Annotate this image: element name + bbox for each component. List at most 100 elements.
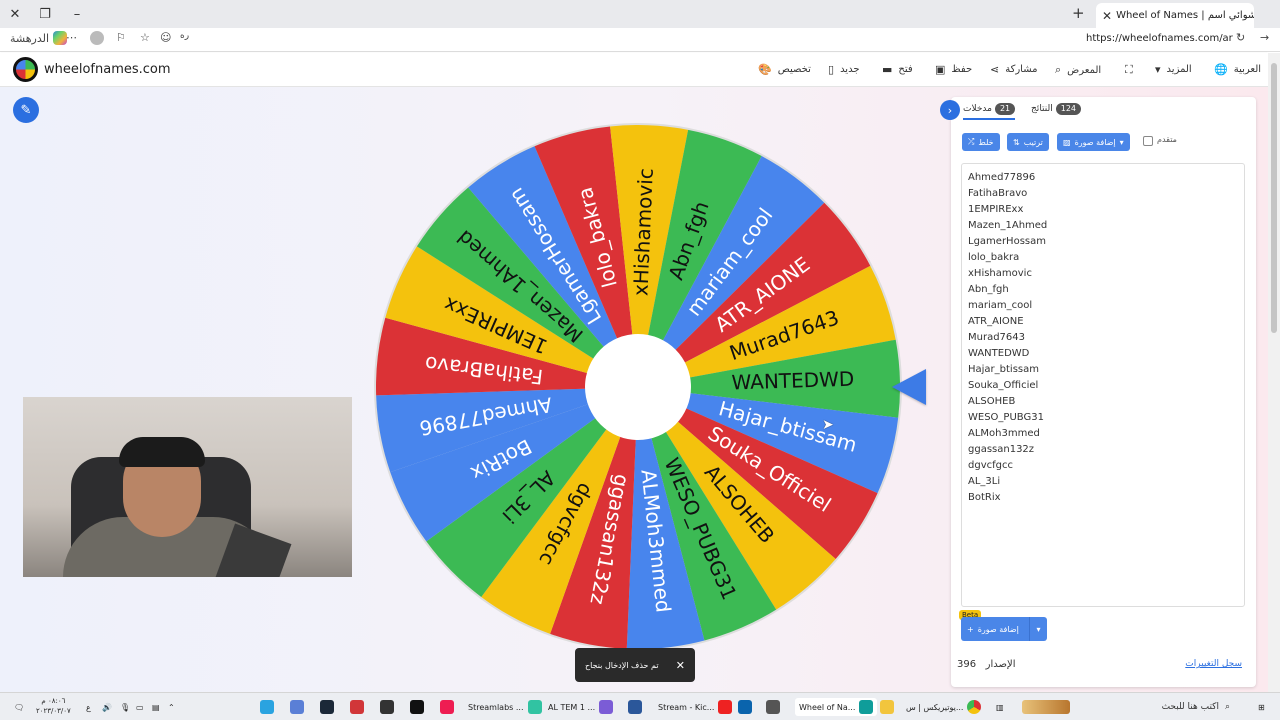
steam-icon[interactable] bbox=[320, 698, 334, 716]
notifications-icon[interactable]: 🗨 bbox=[14, 698, 24, 716]
explorer-icon[interactable] bbox=[880, 698, 894, 716]
entry-item[interactable]: FatihaBravo bbox=[968, 186, 1238, 202]
tab-results-count: 124 bbox=[1055, 103, 1082, 115]
wheel-svg[interactable]: Ahmed77896FatihaBravo1EMPIRExxMazen_1Ahm… bbox=[373, 122, 903, 652]
panel-collapse-icon[interactable]: › bbox=[940, 100, 960, 120]
wheel[interactable]: Ahmed77896 FatihaBravo 1EMPIRExx Mazen_1Ahm… bbox=[373, 122, 903, 652]
nav-language[interactable]: 🌐 العربية bbox=[1214, 63, 1261, 76]
network-icon[interactable]: ▤ bbox=[152, 698, 160, 716]
tab-entries[interactable]: مدخلات 21 bbox=[963, 103, 1016, 120]
scrollbar-thumb[interactable] bbox=[1271, 63, 1277, 333]
entry-item[interactable]: Souka_Officiel bbox=[968, 378, 1238, 394]
sort-button[interactable]: ⇅ ترتيب bbox=[1007, 133, 1049, 151]
capcut2-icon[interactable] bbox=[410, 698, 424, 716]
entry-item[interactable]: Ahmed77896 bbox=[968, 170, 1238, 186]
minimize-window-icon[interactable]: – bbox=[66, 4, 88, 24]
entry-item[interactable]: lolo_bakra bbox=[968, 250, 1238, 266]
copilot-icon[interactable] bbox=[53, 31, 68, 45]
mail-icon[interactable] bbox=[738, 698, 752, 716]
entry-item[interactable]: ALMoh3mmed bbox=[968, 426, 1238, 442]
nav-new[interactable]: ▯ جديد bbox=[828, 63, 860, 76]
tab-results[interactable]: النتائج 124 bbox=[1031, 103, 1082, 115]
entry-item[interactable]: xHishamovic bbox=[968, 266, 1238, 282]
advanced-checkbox[interactable] bbox=[1143, 136, 1153, 146]
entry-item[interactable]: BotRix bbox=[968, 490, 1238, 506]
mic-icon[interactable]: 🎙 bbox=[120, 698, 130, 716]
telegram-icon[interactable] bbox=[260, 698, 274, 716]
edit-icon[interactable]: ✎ bbox=[13, 97, 39, 123]
favorite-star-icon[interactable]: ☆ bbox=[140, 31, 150, 44]
taskbar-item-al-tem[interactable]: AL TEM 1 ... bbox=[548, 698, 614, 716]
entry-item[interactable]: ggassan132z bbox=[968, 442, 1238, 458]
wheel-center[interactable] bbox=[585, 334, 691, 440]
entry-item[interactable]: WESO_PUBG31 bbox=[968, 410, 1238, 426]
chevron-down-icon[interactable]: ▾ bbox=[1029, 617, 1047, 641]
nav-open[interactable]: ▬ فتح bbox=[882, 63, 913, 76]
collections-icon[interactable]: ⚐ bbox=[116, 31, 126, 44]
wheel-label: WANTEDWD bbox=[731, 367, 854, 395]
taskbar-item-wheel-of-names[interactable]: Wheel of Na... bbox=[795, 698, 878, 716]
wheel-pointer-icon bbox=[892, 369, 926, 405]
favorites-folder[interactable]: الدرهشة bbox=[10, 31, 68, 45]
app-icon[interactable] bbox=[290, 698, 304, 716]
tiktok-icon[interactable] bbox=[440, 698, 454, 716]
globe-icon: 🌐 bbox=[1214, 63, 1228, 76]
toast-close-icon[interactable]: ✕ bbox=[676, 659, 685, 672]
volume-icon[interactable]: 🔊 bbox=[102, 698, 112, 716]
nav-share[interactable]: ⋖ مشاركة bbox=[990, 63, 1038, 76]
shuffle-button[interactable]: ⤮ خلط bbox=[962, 133, 1000, 151]
profile-icon[interactable] bbox=[90, 31, 104, 45]
entry-item[interactable]: dgvcfgcc bbox=[968, 458, 1238, 474]
nav-save[interactable]: ▣ حفظ bbox=[935, 63, 972, 76]
search-highlight-icon[interactable] bbox=[1022, 698, 1070, 716]
emoji-icon[interactable]: ☺ bbox=[160, 31, 171, 44]
entry-item[interactable]: mariam_cool bbox=[968, 298, 1238, 314]
entry-item[interactable]: ATR_AIONE bbox=[968, 314, 1238, 330]
entry-item[interactable]: Murad7643 bbox=[968, 330, 1238, 346]
taskbar-item-youtube[interactable]: يوتيريكس | س... bbox=[906, 698, 982, 716]
show-hidden-icon[interactable]: ⌃ bbox=[168, 698, 175, 716]
new-tab-icon[interactable]: + bbox=[1072, 4, 1085, 22]
logo-icon[interactable] bbox=[13, 57, 38, 82]
close-window-icon[interactable]: ✕ bbox=[4, 4, 26, 24]
entries-list: Ahmed77896 FatihaBravo 1EMPIRExx Mazen_1Ahm… bbox=[968, 170, 1238, 506]
taskbar-item-streamlabs[interactable]: Streamlabs ... bbox=[468, 698, 542, 716]
entry-item[interactable]: AL_3Li bbox=[968, 474, 1238, 490]
add-entry-image-button[interactable]: + إضافة صورة ▾ bbox=[961, 617, 1047, 641]
taskbar-search[interactable]: اكتب هنا للبحث ⌕ bbox=[1080, 697, 1230, 717]
language-indicator[interactable]: ع bbox=[86, 698, 91, 716]
restore-window-icon[interactable]: ❐ bbox=[34, 4, 56, 24]
start-icon[interactable]: ⊞ bbox=[1258, 698, 1265, 716]
taskbar-clock[interactable]: ٠٨:٠٦ م ٢٠٢٣/٠٣/٠٧ bbox=[36, 696, 71, 716]
video-icon[interactable] bbox=[766, 698, 780, 716]
nav-more[interactable]: ▾ المزيد bbox=[1155, 63, 1192, 76]
nav-fullscreen[interactable]: ⛶ bbox=[1125, 63, 1133, 77]
read-aloud-icon[interactable]: ره bbox=[180, 31, 189, 41]
entry-item[interactable]: Mazen_1Ahmed bbox=[968, 218, 1238, 234]
refresh-icon[interactable]: ↻ bbox=[1236, 31, 1245, 44]
riot-icon[interactable] bbox=[350, 698, 364, 716]
entry-item[interactable]: 1EMPIRExx bbox=[968, 202, 1238, 218]
back-icon[interactable]: → bbox=[1260, 31, 1269, 44]
entry-item[interactable]: LgamerHossam bbox=[968, 234, 1238, 250]
taskbar-item-stream-kick[interactable]: Stream - Kic... bbox=[658, 698, 733, 716]
entry-item[interactable]: Abn_fgh bbox=[968, 282, 1238, 298]
entry-item[interactable]: WANTEDWD bbox=[968, 346, 1238, 362]
nav-gallery[interactable]: ⌕ المعرض bbox=[1055, 63, 1101, 77]
add-image-button[interactable]: ▨ إضافة صورة ▾ bbox=[1057, 133, 1130, 151]
word-icon[interactable] bbox=[628, 698, 642, 716]
url-field[interactable]: https://wheelofnames.com/ar bbox=[1086, 33, 1233, 44]
tab-close-icon[interactable]: ✕ bbox=[1102, 9, 1112, 23]
entry-item[interactable]: ALSOHEB bbox=[968, 394, 1238, 410]
capcut-icon[interactable] bbox=[380, 698, 394, 716]
browser-tab[interactable]: ✕ Wheel of Names | ‫العشوائي اسم 🔊 bbox=[1096, 3, 1254, 28]
more-icon[interactable]: ⋯ bbox=[66, 31, 77, 44]
entry-item[interactable]: Hajar_btissam bbox=[968, 362, 1238, 378]
logo-text[interactable]: wheelofnames.com bbox=[44, 62, 171, 77]
nav-customize[interactable]: 🎨 تخصيص bbox=[758, 63, 811, 76]
task-view-icon[interactable]: ▥ bbox=[996, 698, 1004, 716]
page-scrollbar[interactable] bbox=[1268, 53, 1280, 692]
battery-icon[interactable]: ▭ bbox=[136, 698, 144, 716]
changelog-link[interactable]: سجل التغييرات bbox=[1185, 659, 1242, 669]
entries-textarea[interactable]: Ahmed77896 FatihaBravo 1EMPIRExx Mazen_1Ahm… bbox=[961, 163, 1245, 607]
